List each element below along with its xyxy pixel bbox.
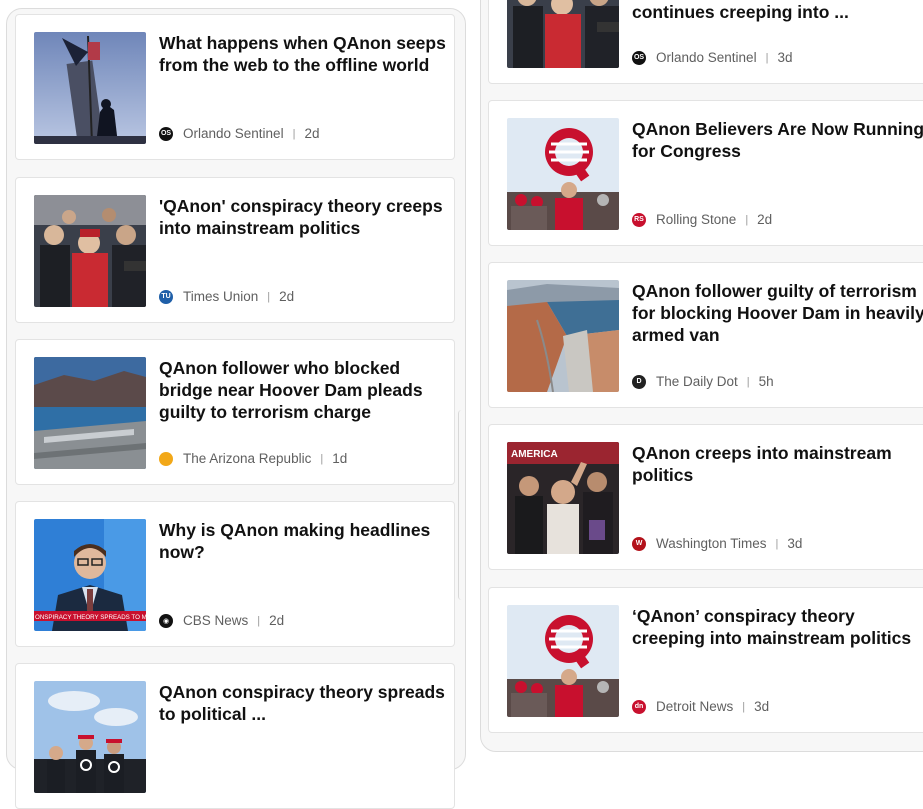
article-thumbnail[interactable]: AMERICA xyxy=(507,442,619,554)
article-meta: D The Daily Dot | 5h xyxy=(632,374,774,389)
article-headline[interactable]: 'QAnon' conspiracy theory creeps into ma… xyxy=(159,195,449,239)
meta-separator: | xyxy=(292,127,296,140)
scrollbar[interactable] xyxy=(458,410,465,600)
article-headline[interactable]: ‘QAnon’ conspiracy theory creeping into … xyxy=(632,605,923,649)
article-headline[interactable]: QAnon follower who blocked bridge near H… xyxy=(159,357,449,423)
article-age: 2d xyxy=(279,289,295,304)
meta-separator: | xyxy=(257,614,261,627)
news-card[interactable]: AMERICA QAnon creeps into mainstream poli… xyxy=(488,424,923,570)
article-headline[interactable]: QAnon creeps into mainstream politics xyxy=(632,442,923,486)
publisher-name[interactable]: The Daily Dot xyxy=(656,374,738,389)
article-thumbnail[interactable] xyxy=(34,681,146,793)
article-age: 5h xyxy=(758,374,774,389)
article-meta: The Arizona Republic | 1d xyxy=(159,451,347,466)
svg-text:ONSPIRACY THEORY SPREADS TO MA: ONSPIRACY THEORY SPREADS TO MAINSTR xyxy=(35,614,146,621)
publisher-logo-icon: D xyxy=(632,374,646,389)
news-card[interactable]: QAnon follower guilty of terrorism for b… xyxy=(488,262,923,408)
article-meta: W Washington Times | 3d xyxy=(632,536,802,551)
publisher-logo-icon: ◉ xyxy=(159,613,173,628)
news-card[interactable]: ‘QAnon’ conspiracy theory creeping into … xyxy=(488,587,923,733)
article-headline[interactable]: What happens when QAnon seeps from the w… xyxy=(159,32,449,76)
article-thumbnail[interactable] xyxy=(507,605,619,717)
meta-separator: | xyxy=(320,452,324,465)
article-age: 3d xyxy=(777,50,793,65)
article-thumbnail[interactable] xyxy=(34,357,146,469)
meta-separator: | xyxy=(745,213,749,226)
svg-text:AMERICA: AMERICA xyxy=(511,449,558,460)
article-meta: OS Orlando Sentinel | 3d xyxy=(632,50,792,65)
publisher-name[interactable]: Times Union xyxy=(183,289,258,304)
article-thumbnail[interactable] xyxy=(507,0,619,68)
meta-separator: | xyxy=(775,537,779,550)
publisher-logo-icon: OS xyxy=(632,50,646,65)
news-card[interactable]: QAnon follower who blocked bridge near H… xyxy=(15,339,455,485)
article-age: 2d xyxy=(757,212,773,227)
article-age: 2d xyxy=(269,613,285,628)
article-thumbnail[interactable] xyxy=(34,32,146,144)
article-headline[interactable]: QAnon Believers Are Now Running for Cong… xyxy=(632,118,923,162)
news-card[interactable]: What happens when QAnon seeps from the w… xyxy=(15,14,455,160)
publisher-logo-icon xyxy=(159,451,173,466)
article-thumbnail[interactable] xyxy=(34,195,146,307)
meta-separator: | xyxy=(742,700,746,713)
publisher-logo-icon: OS xyxy=(159,126,173,141)
article-thumbnail[interactable] xyxy=(507,280,619,392)
publisher-name[interactable]: Detroit News xyxy=(656,699,733,714)
news-card[interactable]: QAnon Believers Are Now Running for Cong… xyxy=(488,100,923,246)
publisher-name[interactable]: CBS News xyxy=(183,613,248,628)
news-card[interactable]: ONSPIRACY THEORY SPREADS TO MAINSTR Why i… xyxy=(15,501,455,647)
article-headline[interactable]: Why is QAnon making headlines now? xyxy=(159,519,449,563)
article-age: 2d xyxy=(304,126,320,141)
publisher-logo-icon: dn xyxy=(632,699,646,714)
publisher-name[interactable]: Orlando Sentinel xyxy=(656,50,757,65)
article-headline[interactable]: QAnon conspiracy theory spreads to polit… xyxy=(159,681,449,725)
publisher-logo-icon: W xyxy=(632,536,646,551)
publisher-name[interactable]: Orlando Sentinel xyxy=(183,126,284,141)
article-age: 1d xyxy=(332,451,348,466)
article-meta: ◉ CBS News | 2d xyxy=(159,613,284,628)
meta-separator: | xyxy=(267,290,271,303)
article-headline[interactable]: continues creeping into ... xyxy=(632,1,923,23)
article-meta: RS Rolling Stone | 2d xyxy=(632,212,772,227)
publisher-name[interactable]: Washington Times xyxy=(656,536,767,551)
article-age: 3d xyxy=(787,536,803,551)
meta-separator: | xyxy=(765,51,769,64)
article-thumbnail[interactable]: ONSPIRACY THEORY SPREADS TO MAINSTR xyxy=(34,519,146,631)
article-meta: OS Orlando Sentinel | 2d xyxy=(159,126,319,141)
meta-separator: | xyxy=(746,375,750,388)
publisher-name[interactable]: The Arizona Republic xyxy=(183,451,311,466)
article-meta: dn Detroit News | 3d xyxy=(632,699,769,714)
publisher-logo-icon: RS xyxy=(632,212,646,227)
article-meta: TU Times Union | 2d xyxy=(159,289,294,304)
news-card[interactable]: 'QAnon' conspiracy theory creeps into ma… xyxy=(15,177,455,323)
article-age: 3d xyxy=(754,699,770,714)
news-card[interactable]: continues creeping into ... OS Orlando Sen… xyxy=(488,0,923,84)
article-headline[interactable]: QAnon follower guilty of terrorism for b… xyxy=(632,280,923,346)
publisher-logo-icon: TU xyxy=(159,289,173,304)
article-thumbnail[interactable] xyxy=(507,118,619,230)
publisher-name[interactable]: Rolling Stone xyxy=(656,212,736,227)
news-card[interactable]: QAnon conspiracy theory spreads to polit… xyxy=(15,663,455,809)
